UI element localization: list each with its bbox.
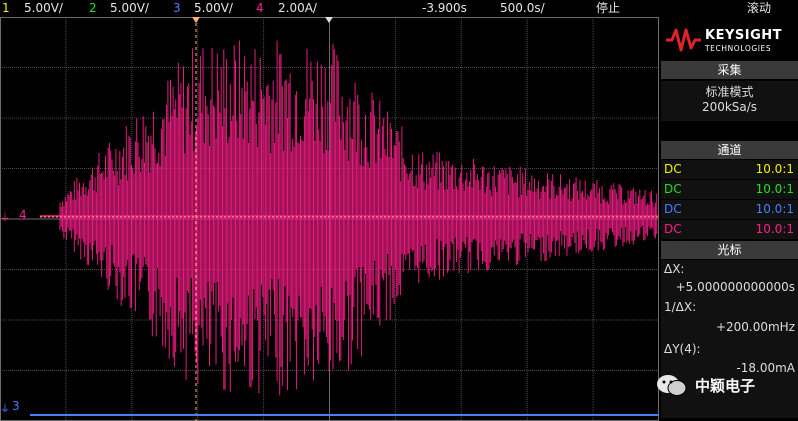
right-panel: KEYSIGHT TECHNOLOGIES 采集 标准模式 200kSa/s 通… [661,17,798,421]
status-bar: 1 5.00V/ 2 5.00V/ 3 5.00V/ 4 2.00A/ -3.9… [0,0,798,16]
ch2-scale[interactable]: 5.00V/ [110,0,149,16]
keysight-wave-icon [666,28,701,52]
ch3-probe-ratio: 10.0:1 [755,202,794,216]
brand-name: KEYSIGHT [705,28,782,43]
waveform-svg [0,17,659,421]
ch4-signal-path [59,40,658,396]
channels-header[interactable]: 通道 [661,141,798,159]
ch1-scale[interactable]: 5.00V/ [24,0,63,16]
time-offset[interactable]: -3.900s [422,0,467,16]
ch4-probe-ratio: 10.0:1 [755,222,794,236]
brand-sub: TECHNOLOGIES [705,44,772,53]
delta-x-value: +5.000000000000s [675,280,795,294]
ch3-marker-glyph: ⏚ [0,404,10,415]
roll-mode-label: 滚动 [747,1,772,15]
ch1-coupling: DC [664,162,682,176]
keysight-logo: KEYSIGHT TECHNOLOGIES [661,17,798,59]
run-state[interactable]: 停止 [596,0,620,16]
ch4-ground-marker[interactable]: ⏚ 4 [0,208,40,224]
ch2-coupling: DC [664,182,682,196]
ch3-scale[interactable]: 5.00V/ [194,0,233,16]
watermark-text: 中颖电子 [695,377,756,395]
ch2-number[interactable]: 2 [89,0,97,16]
cursor-top-icon [325,17,333,23]
delta-x-label: ΔX: [664,262,685,276]
delta-y-label: ΔY(4): [664,342,701,356]
ch4-marker-label: 4 [19,208,27,222]
channel-row-2[interactable]: DC 10.0:1 [661,180,798,199]
waveform-display[interactable]: ⏚ 4 ⏚ 3 [0,17,659,421]
channel-row-1[interactable]: DC 10.0:1 [661,160,798,179]
ch4-waveform [59,40,658,396]
sample-rate: 200kSa/s [701,100,758,114]
acquisition-mode: 标准模式 [705,85,754,99]
wechat-icon [657,375,687,396]
ch3-coupling: DC [664,202,682,216]
cursors-header[interactable]: 光标 [661,241,798,259]
inverse-delta-x-value: +200.00mHz [715,320,795,334]
delta-y-value: -18.00mA [736,361,795,375]
ch3-ground-marker[interactable]: ⏚ 3 [0,399,30,415]
channel-row-4[interactable]: DC 10.0:1 [661,220,798,239]
channel-row-3[interactable]: DC 10.0:1 [661,200,798,219]
ch4-coupling: DC [664,222,682,236]
acquisition-header[interactable]: 采集 [661,61,798,79]
ch3-number[interactable]: 3 [173,0,181,16]
trigger-position-icon [192,17,200,23]
ch2-probe-ratio: 10.0:1 [755,182,794,196]
ch3-marker-label: 3 [12,399,20,413]
inverse-delta-x-label: 1/ΔX: [664,300,697,314]
acquisition-info: 标准模式 200kSa/s [661,81,798,121]
ch1-probe-ratio: 10.0:1 [755,162,794,176]
time-scale[interactable]: 500.0s/ [500,0,545,16]
ch1-number[interactable]: 1 [2,0,10,16]
ch4-marker-glyph: ⏚ [0,213,10,224]
ch4-scale[interactable]: 2.00A/ [278,0,317,16]
ch4-number[interactable]: 4 [256,0,264,16]
